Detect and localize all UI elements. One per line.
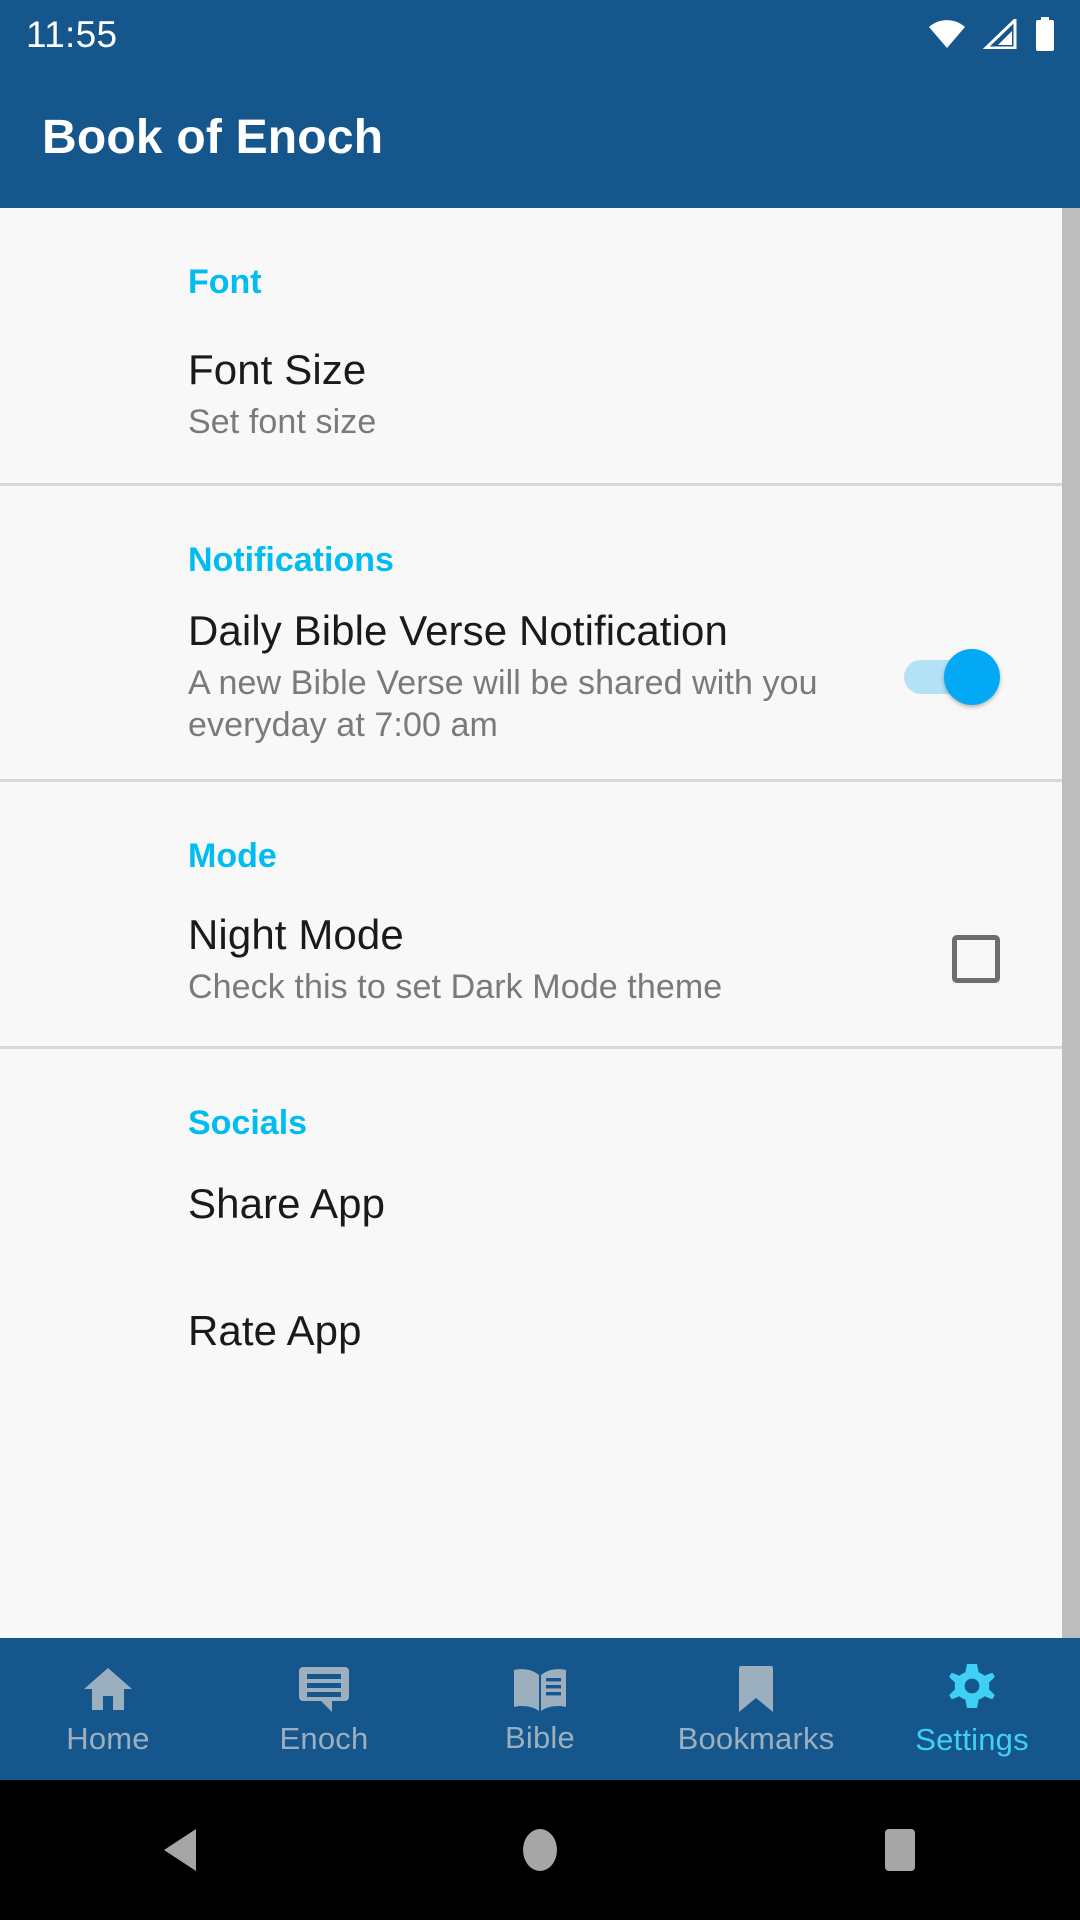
pref-summary: Check this to set Dark Mode theme	[188, 967, 723, 1006]
daily-verse-toggle-switch[interactable]	[904, 648, 1000, 705]
nav-label: Home	[66, 1721, 150, 1756]
vertical-scrollbar[interactable]	[1062, 208, 1080, 1638]
nav-label: Bible	[505, 1720, 575, 1755]
pref-title: Night Mode	[188, 910, 404, 958]
cellular-signal-icon	[983, 19, 1017, 49]
back-button[interactable]	[0, 1827, 360, 1873]
pref-title: Rate App	[188, 1306, 362, 1354]
android-system-navigation	[0, 1780, 1080, 1920]
pref-title: Font Size	[188, 346, 367, 393]
section-font: Font Font Size Set font size	[0, 208, 1080, 484]
pref-control	[952, 935, 1000, 984]
pref-daily-bible-verse-notification[interactable]: Daily Bible Verse Notification A new Bib…	[0, 577, 1080, 778]
phone-screen: 11:55 Book of Enoch Font Font Size Set f…	[0, 0, 1080, 1920]
triangle-back-icon	[160, 1827, 200, 1873]
nav-item-home[interactable]: Home	[0, 1638, 216, 1780]
pref-text: Night Mode Check this to set Dark Mode t…	[188, 911, 952, 1008]
section-mode: Mode Night Mode Check this to set Dark M…	[0, 778, 1080, 1046]
book-icon	[512, 1665, 568, 1713]
bottom-navigation-bar: Home Enoch Bible Bookmarks Settings	[0, 1638, 1080, 1780]
pref-share-app[interactable]: Share App	[0, 1140, 1080, 1267]
pref-summary: A new Bible Verse will be shared with yo…	[188, 664, 818, 745]
pref-title: Share App	[188, 1179, 386, 1227]
status-clock: 11:55	[26, 13, 118, 55]
page-title: Book of Enoch	[42, 111, 384, 164]
pref-summary: Set font size	[188, 403, 377, 442]
circle-home-icon	[519, 1826, 561, 1874]
section-notifications: Notifications Daily Bible Verse Notifica…	[0, 483, 1080, 779]
nav-label: Settings	[915, 1722, 1029, 1757]
pref-rate-app[interactable]: Rate App	[0, 1267, 1080, 1394]
nav-item-enoch[interactable]: Enoch	[216, 1638, 432, 1780]
pref-text: Rate App	[188, 1307, 1000, 1354]
pref-font-size[interactable]: Font Size Set font size	[0, 299, 1080, 483]
gear-icon	[946, 1663, 998, 1715]
recents-button[interactable]	[720, 1826, 1080, 1874]
night-mode-checkbox[interactable]	[952, 935, 1000, 984]
home-button[interactable]	[360, 1826, 720, 1874]
pref-night-mode[interactable]: Night Mode Check this to set Dark Mode t…	[0, 873, 1080, 1046]
nav-label: Enoch	[279, 1721, 369, 1756]
status-icon-group	[928, 17, 1056, 51]
nav-item-bible[interactable]: Bible	[432, 1638, 648, 1780]
nav-item-bookmarks[interactable]: Bookmarks	[648, 1638, 864, 1780]
switch-thumb	[944, 648, 1000, 705]
chat-icon	[298, 1664, 350, 1714]
nav-item-settings[interactable]: Settings	[864, 1638, 1080, 1780]
bookmark-icon	[737, 1664, 775, 1714]
home-icon	[82, 1664, 134, 1714]
nav-label: Bookmarks	[677, 1721, 835, 1756]
pref-text: Share App	[188, 1180, 1000, 1227]
section-header-socials: Socials	[188, 1103, 308, 1142]
pref-text: Font Size Set font size	[188, 346, 1000, 443]
pref-title: Daily Bible Verse Notification	[188, 607, 728, 655]
pref-text: Daily Bible Verse Notification A new Bib…	[188, 607, 904, 746]
section-socials: Socials Share App Rate App	[0, 1045, 1080, 1394]
settings-list[interactable]: Font Font Size Set font size Notificatio…	[0, 208, 1080, 1638]
section-header-font: Font	[188, 263, 262, 301]
status-bar: 11:55	[0, 0, 1080, 68]
section-header-mode: Mode	[188, 836, 277, 875]
square-recents-icon	[880, 1826, 920, 1874]
pref-control	[904, 648, 1000, 705]
battery-icon	[1034, 17, 1056, 51]
app-bar: Book of Enoch	[0, 68, 1080, 208]
wifi-icon	[928, 19, 966, 49]
section-header-notifications: Notifications	[188, 541, 394, 580]
